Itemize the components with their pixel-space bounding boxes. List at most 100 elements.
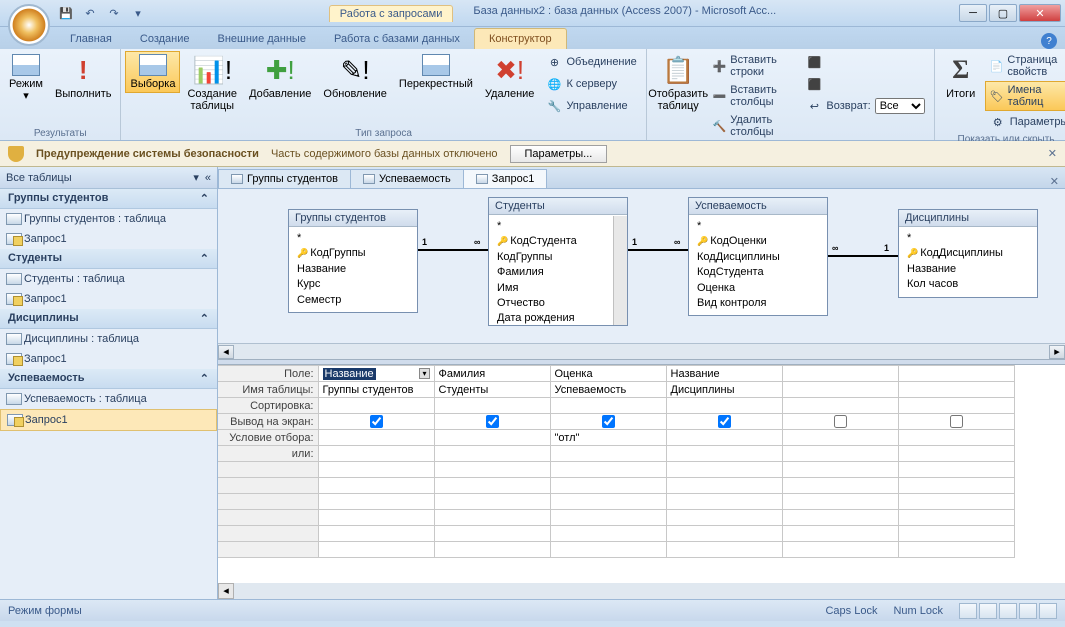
grid-cell[interactable]	[782, 398, 898, 414]
grid-cell[interactable]	[782, 430, 898, 446]
grid-cell[interactable]	[666, 526, 782, 542]
grid-cell[interactable]	[782, 366, 898, 382]
show-checkbox[interactable]	[718, 415, 731, 428]
field-item[interactable]: Семестр	[297, 293, 409, 308]
help-icon[interactable]: ?	[1041, 33, 1057, 49]
nav-item[interactable]: Успеваемость : таблица	[0, 389, 217, 409]
undo-icon[interactable]: ↶	[80, 3, 100, 23]
parameters-button[interactable]: ⚙Параметры	[985, 111, 1065, 133]
doctab-close-icon[interactable]: ✕	[1050, 175, 1059, 188]
maximize-button[interactable]: ▢	[989, 4, 1017, 22]
insert-cols-button[interactable]: ⬛	[801, 51, 929, 73]
grid-cell[interactable]	[550, 446, 666, 462]
show-checkbox[interactable]	[486, 415, 499, 428]
grid-cell[interactable]	[782, 526, 898, 542]
nav-group[interactable]: Успеваемость⌃	[0, 369, 217, 389]
grid-cell[interactable]	[782, 478, 898, 494]
field-item[interactable]: Кол часов	[907, 277, 1029, 292]
grid-cell[interactable]	[666, 542, 782, 558]
minimize-button[interactable]: ─	[959, 4, 987, 22]
grid-cell[interactable]: Название ▾	[318, 366, 434, 382]
grid-cell[interactable]: Успеваемость	[550, 382, 666, 398]
grid-cell[interactable]	[550, 414, 666, 430]
field-item[interactable]: КодГруппы	[497, 250, 619, 265]
chevron-down-icon[interactable]: ▾	[193, 171, 199, 184]
grid-cell[interactable]	[898, 414, 1014, 430]
scroll-left-icon[interactable]: ◂	[218, 583, 234, 599]
field-item[interactable]: КодОценки	[697, 234, 819, 249]
nav-group[interactable]: Дисциплины⌃	[0, 309, 217, 329]
qat-dropdown-icon[interactable]: ▾	[128, 3, 148, 23]
grid-cell[interactable]	[318, 398, 434, 414]
nav-group[interactable]: Студенты⌃	[0, 249, 217, 269]
grid-cell[interactable]	[782, 414, 898, 430]
grid-cell[interactable]	[434, 430, 550, 446]
redo-icon[interactable]: ↷	[104, 3, 124, 23]
field-item[interactable]: Имя	[497, 281, 619, 296]
nav-item[interactable]: Студенты : таблица	[0, 269, 217, 289]
grid-cell[interactable]: Название	[666, 366, 782, 382]
grid-cell[interactable]	[318, 446, 434, 462]
nav-item[interactable]: Запрос1	[0, 289, 217, 309]
grid-cell[interactable]	[434, 526, 550, 542]
grid-cell[interactable]	[550, 494, 666, 510]
relationship-line[interactable]	[628, 249, 688, 251]
nav-item[interactable]: Запрос1	[0, 229, 217, 249]
datadef-button[interactable]: 🔧Управление	[541, 95, 641, 117]
field-item[interactable]: Вид контроля	[697, 296, 819, 311]
chart-view-button[interactable]	[999, 603, 1017, 619]
propsheet-button[interactable]: 📄Страница свойств	[985, 51, 1065, 81]
grid-cell[interactable]	[782, 462, 898, 478]
grid-cell[interactable]	[666, 430, 782, 446]
delete-cols-button[interactable]: ⬛	[801, 73, 929, 95]
nav-item[interactable]: Дисциплины : таблица	[0, 329, 217, 349]
field-item[interactable]: КодДисциплины	[697, 250, 819, 265]
crosstab-button[interactable]: Перекрестный	[394, 51, 478, 93]
scrollbar[interactable]	[613, 216, 627, 325]
grid-cell[interactable]	[434, 462, 550, 478]
show-checkbox[interactable]	[370, 415, 383, 428]
field-item[interactable]: Название	[907, 262, 1029, 277]
field-item[interactable]: КодСтудента	[697, 265, 819, 280]
field-item[interactable]: Оценка	[697, 281, 819, 296]
grid-cell[interactable]	[434, 478, 550, 494]
query-design-canvas[interactable]: Группы студентов *КодГруппыНазваниеКурсС…	[218, 189, 1065, 359]
close-button[interactable]: ✕	[1019, 4, 1061, 22]
grid-cell[interactable]: Оценка	[550, 366, 666, 382]
union-button[interactable]: ⊕Объединение	[541, 51, 641, 73]
return-select[interactable]: Все	[875, 98, 925, 114]
grid-cell[interactable]	[434, 494, 550, 510]
table-grades[interactable]: Успеваемость *КодОценкиКодДисциплиныКодС…	[688, 197, 828, 316]
grid-cell[interactable]	[434, 414, 550, 430]
grid-cell[interactable]: "отл"	[550, 430, 666, 446]
document-tab[interactable]: Запрос1	[463, 169, 548, 188]
chevron-up-icon[interactable]: ⌃	[200, 252, 209, 265]
tab-home[interactable]: Главная	[56, 29, 126, 49]
grid-cell[interactable]	[898, 446, 1014, 462]
grid-cell[interactable]	[898, 542, 1014, 558]
select-query-button[interactable]: Выборка	[125, 51, 180, 93]
grid-cell[interactable]	[666, 494, 782, 510]
field-item[interactable]: КодСтудента	[497, 234, 619, 249]
table-groups[interactable]: Группы студентов *КодГруппыНазваниеКурсС…	[288, 209, 418, 313]
view-button[interactable]: Режим▾	[4, 51, 48, 105]
field-item[interactable]: Курс	[297, 277, 409, 292]
delete-rows-button[interactable]: ➖Вставить столбцы	[708, 81, 800, 111]
grid-cell[interactable]	[666, 478, 782, 494]
scroll-left-icon[interactable]: ◂	[218, 345, 234, 359]
nav-group[interactable]: Группы студентов⌃	[0, 189, 217, 209]
grid-cell[interactable]	[434, 542, 550, 558]
grid-cell[interactable]	[666, 446, 782, 462]
field-item[interactable]: Фамилия	[497, 265, 619, 280]
tab-dbtools[interactable]: Работа с базами данных	[320, 29, 474, 49]
nav-header[interactable]: Все таблицы ▾ «	[0, 167, 217, 189]
grid-cell[interactable]	[898, 366, 1014, 382]
grid-cell[interactable]	[782, 494, 898, 510]
document-tab[interactable]: Группы студентов	[218, 169, 351, 188]
grid-cell[interactable]	[782, 446, 898, 462]
append-button[interactable]: ✚!Добавление	[244, 51, 316, 103]
table-disciplines[interactable]: Дисциплины *КодДисциплиныНазваниеКол час…	[898, 209, 1038, 298]
grid-cell[interactable]	[434, 446, 550, 462]
grid-cell[interactable]	[318, 478, 434, 494]
grid-cell[interactable]	[318, 430, 434, 446]
